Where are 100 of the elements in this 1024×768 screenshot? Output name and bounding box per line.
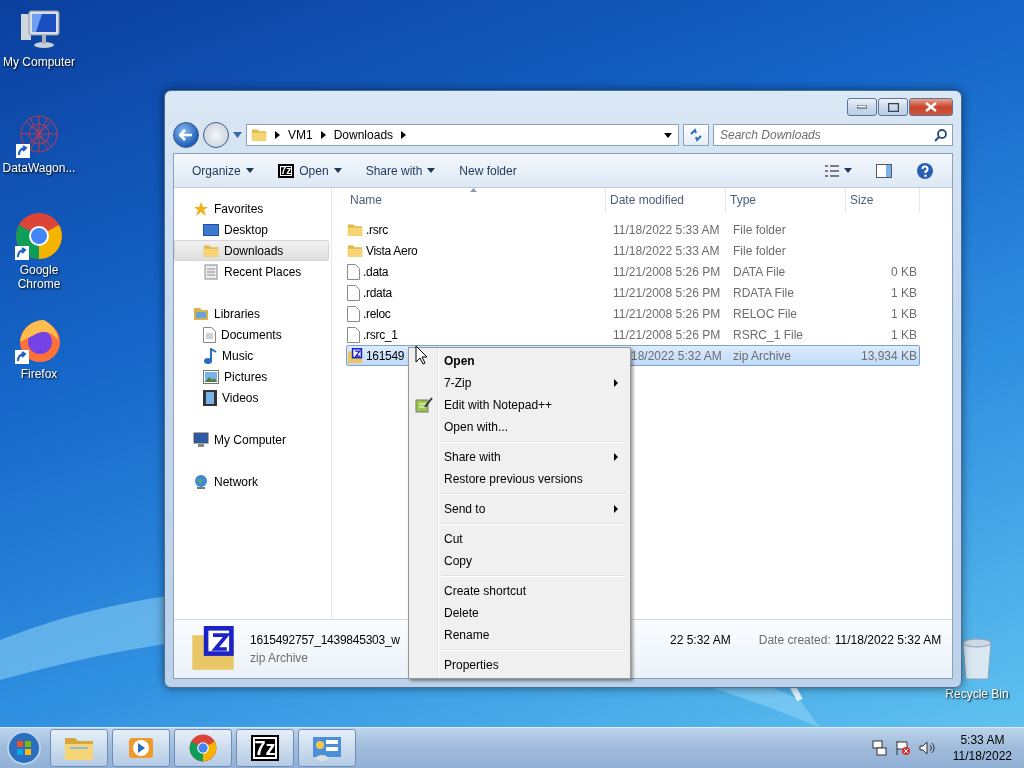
date-modified: 18/2022 5:32 AM bbox=[630, 348, 723, 363]
taskbar-app-button[interactable] bbox=[174, 729, 232, 767]
file-size: 13,934 KB bbox=[859, 348, 918, 363]
menu-item[interactable]: Restore previous versions bbox=[411, 468, 628, 490]
caret-icon[interactable] bbox=[664, 132, 672, 138]
nav-item[interactable]: Desktop bbox=[174, 219, 329, 240]
file-name: .data bbox=[363, 264, 389, 279]
back-arrow-icon bbox=[179, 129, 193, 141]
file-name: .rdata bbox=[363, 285, 392, 300]
search-field[interactable]: Search Downloads bbox=[713, 124, 953, 146]
taskbar-app-button[interactable]: 7z bbox=[236, 729, 294, 767]
minimize-button[interactable] bbox=[847, 98, 877, 116]
mouse-cursor-icon bbox=[415, 345, 428, 365]
menu-item[interactable]: Delete bbox=[411, 602, 628, 624]
nav-item[interactable]: Libraries bbox=[174, 303, 329, 324]
file-type: RELOC File bbox=[732, 306, 798, 321]
file-row[interactable]: .data 11/21/2008 5:26 PM DATA File 0 KB bbox=[346, 261, 920, 282]
toolbar-button[interactable]: Share with bbox=[357, 159, 444, 182]
speaker-icon[interactable] bbox=[918, 740, 935, 756]
folder-icon bbox=[347, 243, 363, 258]
desktop-icon-label: Recycle Bin bbox=[945, 687, 1009, 701]
nav-item[interactable]: Pictures bbox=[174, 366, 329, 387]
chevron-icon bbox=[275, 131, 280, 139]
menu-item[interactable]: Open with... bbox=[411, 416, 628, 438]
file-row[interactable]: Vista Aero 11/18/2022 5:33 AM File folder bbox=[346, 240, 920, 261]
preview-pane-icon bbox=[876, 163, 892, 178]
nav-item[interactable]: Favorites bbox=[174, 198, 329, 219]
file-name: 161549 bbox=[366, 348, 405, 363]
taskbar-app-button[interactable] bbox=[298, 729, 356, 767]
date-modified: 11/18/2022 5:33 AM bbox=[612, 243, 721, 258]
chrome-logo-icon bbox=[189, 734, 217, 762]
nav-item[interactable]: Videos bbox=[174, 387, 329, 408]
chrome-logo-icon[interactable] bbox=[15, 212, 63, 260]
taskbar-app-button[interactable] bbox=[112, 729, 170, 767]
folder-icon bbox=[347, 222, 363, 237]
file-name: 1615492757_1439845303_w bbox=[250, 633, 401, 647]
file-size: 1 KB bbox=[890, 327, 918, 342]
column-header[interactable]: Size bbox=[846, 188, 920, 212]
zip-archive-icon bbox=[190, 626, 236, 672]
menu-item[interactable]: Share with bbox=[411, 446, 628, 468]
taskbar-app-button[interactable] bbox=[50, 729, 108, 767]
maximize-icon bbox=[887, 102, 899, 112]
file-row[interactable]: .reloc 11/21/2008 5:26 PM RELOC File 1 KB bbox=[346, 303, 920, 324]
nav-item[interactable]: Music bbox=[174, 345, 329, 366]
file-name: .reloc bbox=[363, 306, 391, 321]
clock[interactable]: 5:33 AM 11/18/2022 bbox=[952, 732, 1012, 764]
file-size: 0 KB bbox=[890, 264, 918, 279]
document-icon bbox=[203, 326, 216, 343]
control-panel-icon bbox=[312, 735, 342, 761]
file-type: RSRC_1 File bbox=[732, 327, 805, 342]
media-player-icon bbox=[128, 735, 154, 761]
menu-item[interactable]: Rename bbox=[411, 624, 628, 646]
recent-places-icon bbox=[203, 263, 219, 280]
caret-icon bbox=[844, 168, 852, 173]
file-row[interactable]: .rsrc 11/18/2022 5:33 AM File folder bbox=[346, 219, 920, 240]
file-size: 1 KB bbox=[890, 306, 918, 321]
toolbar-button[interactable]: Organize bbox=[184, 159, 262, 182]
date-created-label: Date created: bbox=[758, 633, 831, 647]
menu-item[interactable]: Create shortcut bbox=[411, 580, 628, 602]
close-button[interactable] bbox=[909, 98, 953, 116]
desktop-icon bbox=[203, 222, 219, 237]
nav-item[interactable]: Documents bbox=[174, 324, 329, 345]
menu-item[interactable]: Send to bbox=[411, 498, 628, 520]
menu-item[interactable]: 7-Zip bbox=[411, 372, 628, 394]
file-icon bbox=[347, 326, 360, 343]
address-bar[interactable]: VM1 Downloads bbox=[246, 124, 679, 146]
date-modified: 11/18/2022 5:33 AM bbox=[612, 222, 721, 237]
file-type: DATA File bbox=[732, 264, 787, 279]
nav-item[interactable]: Recent Places bbox=[174, 261, 329, 282]
maximize-button[interactable] bbox=[878, 98, 908, 116]
refresh-icon bbox=[689, 128, 703, 142]
menu-item[interactable]: Properties bbox=[411, 654, 628, 676]
back-button[interactable] bbox=[173, 122, 199, 148]
flag-error-icon[interactable] bbox=[894, 740, 911, 756]
network-icon[interactable] bbox=[870, 740, 887, 756]
details-view-icon bbox=[825, 164, 839, 177]
column-header[interactable]: Date modified bbox=[606, 188, 726, 212]
nav-item[interactable]: My Computer bbox=[174, 429, 329, 450]
column-header[interactable]: Type bbox=[726, 188, 846, 212]
menu-item[interactable]: Copy bbox=[411, 550, 628, 572]
breadcrumb-item[interactable]: Downloads bbox=[333, 128, 394, 142]
chevron-icon bbox=[401, 131, 407, 139]
file-icon bbox=[347, 305, 360, 322]
file-row[interactable]: .rdata 11/21/2008 5:26 PM RDATA File 1 KB bbox=[346, 282, 920, 303]
file-type: zip Archive bbox=[250, 651, 310, 665]
help-icon bbox=[916, 161, 934, 180]
menu-item[interactable]: Edit with Notepad++ bbox=[411, 394, 628, 416]
nav-item[interactable]: Downloads bbox=[174, 240, 329, 261]
menu-item[interactable]: Cut bbox=[411, 528, 628, 550]
forward-button[interactable] bbox=[203, 122, 229, 148]
file-row[interactable]: .rsrc_1 11/21/2008 5:26 PM RSRC_1 File 1 KB bbox=[346, 324, 920, 345]
desktop-icon-label: My Computer bbox=[3, 55, 75, 69]
nav-item[interactable]: Network bbox=[174, 471, 329, 492]
breadcrumb-item[interactable]: VM1 bbox=[288, 128, 313, 142]
date-created: 11/18/2022 5:32 AM bbox=[834, 633, 942, 647]
toolbar-button[interactable]: New folder bbox=[451, 159, 525, 182]
refresh-button[interactable] bbox=[683, 124, 709, 146]
folder-icon bbox=[64, 735, 94, 761]
libraries-icon bbox=[193, 306, 209, 321]
computer-icon bbox=[193, 431, 209, 448]
